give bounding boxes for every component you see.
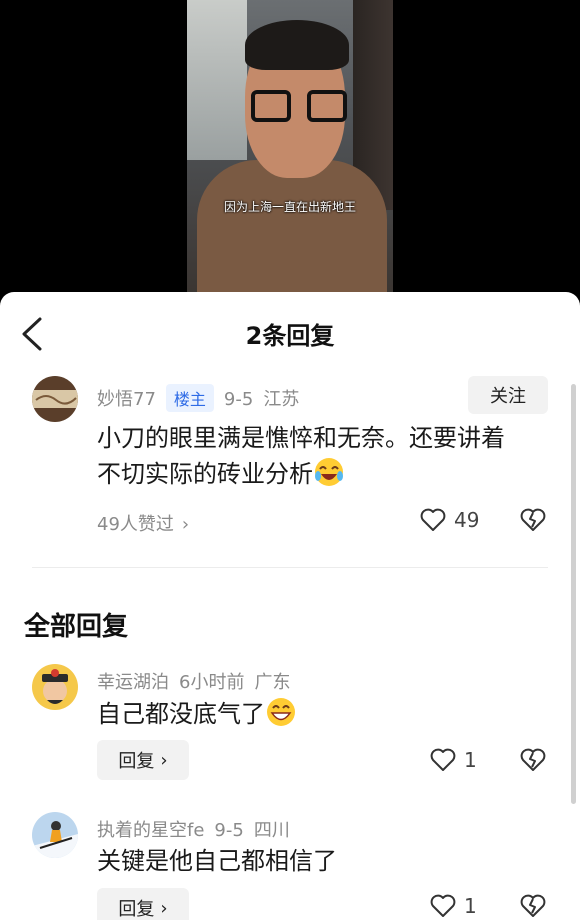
comment-location: 江苏 (263, 389, 300, 410)
replies-sheet: 2条回复 妙悟77 楼主 9-5 江苏 关注 小刀的眼里满是憔悴和无奈。还要讲着 不切… (0, 292, 580, 920)
grin-emoji (267, 698, 295, 726)
dislike-icon[interactable] (520, 748, 546, 772)
heart-icon (430, 748, 456, 771)
sheet-header: 2条回复 (0, 292, 580, 376)
glasses (251, 90, 347, 124)
reply-button[interactable]: 回复 › (97, 888, 189, 920)
scrollbar[interactable] (571, 384, 576, 804)
reply-time: 6小时前 (179, 672, 245, 693)
like-count: 49 (454, 508, 480, 532)
author-badge: 楼主 (165, 384, 214, 412)
video-player[interactable]: 因为上海一直在出新地王 (0, 0, 580, 300)
reply-button[interactable]: 回复 › (97, 740, 189, 780)
laugh-cry-emoji (315, 458, 343, 486)
heart-icon (420, 508, 446, 531)
heart-icon (430, 894, 456, 917)
sheet-title: 2条回复 (245, 322, 335, 350)
dislike-icon[interactable] (520, 894, 546, 918)
reply-location: 广东 (254, 672, 291, 693)
comment-meta: 妙悟77 楼主 9-5 江苏 (97, 384, 309, 412)
reply-text: 关键是他自己都相信了 (97, 847, 337, 875)
like-button[interactable]: 1 (430, 748, 477, 772)
avatar[interactable] (32, 376, 78, 422)
video-subtitle: 因为上海一直在出新地王 (223, 200, 356, 214)
username[interactable]: 妙悟77 (97, 389, 156, 410)
reply-time: 9-5 (214, 820, 244, 841)
follow-button[interactable]: 关注 (468, 376, 548, 414)
reply-meta: 执着的星空fe 9-5 四川 (97, 816, 300, 842)
like-count: 1 (464, 748, 477, 772)
chevron-right-icon: › (160, 749, 168, 771)
avatar[interactable] (32, 812, 78, 858)
video-frame (187, 0, 393, 300)
like-button[interactable]: 1 (430, 894, 477, 918)
chevron-right-icon: › (181, 514, 190, 535)
section-title: 全部回复 (24, 612, 129, 642)
chevron-right-icon: › (160, 897, 168, 919)
divider (32, 567, 548, 568)
dislike-icon[interactable] (520, 508, 546, 532)
comment-date: 9-5 (223, 389, 254, 410)
avatar[interactable] (32, 664, 78, 710)
reply-location: 四川 (253, 820, 290, 841)
like-count: 1 (464, 894, 477, 918)
username[interactable]: 幸运湖泊 (97, 672, 169, 693)
username[interactable]: 执着的星空fe (97, 820, 204, 841)
reply-meta: 幸运湖泊 6小时前 广东 (97, 668, 300, 694)
like-button[interactable]: 49 (420, 508, 479, 532)
reply-text: 自己都没底气了 (97, 696, 297, 732)
likers-link[interactable]: 49人赞过 › (97, 510, 189, 536)
comment-text: 小刀的眼里满是憔悴和无奈。还要讲着 不切实际的砖业分析 (97, 424, 505, 488)
